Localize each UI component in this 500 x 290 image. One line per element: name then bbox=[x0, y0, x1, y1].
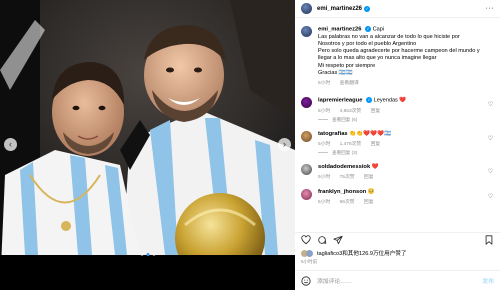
verified-icon: ✓ bbox=[366, 97, 373, 104]
comment-likes[interactable]: 75次赞 bbox=[340, 175, 355, 180]
post-media: ‹ › bbox=[0, 0, 295, 290]
bookmark-icon[interactable] bbox=[484, 234, 494, 245]
view-replies-button[interactable]: 查看回复 (6) bbox=[318, 117, 500, 123]
avatar[interactable] bbox=[301, 163, 312, 175]
view-replies-button[interactable]: 查看回复 (3) bbox=[318, 150, 500, 156]
comment-item: franklyn_jhonson 🥺 5小时 66次赞 回复 ♡ bbox=[295, 188, 500, 206]
post-caption: emi_martinez26 ✓ Capi Las palabras no va… bbox=[295, 18, 500, 87]
heart-icon[interactable]: ♡ bbox=[488, 168, 493, 175]
avatar[interactable] bbox=[301, 3, 312, 14]
caption-time: 5小时 bbox=[318, 80, 331, 86]
comment-likes[interactable]: 4,653次赞 bbox=[340, 109, 362, 114]
reply-button[interactable]: 回复 bbox=[371, 142, 381, 147]
avatar[interactable] bbox=[301, 188, 312, 200]
caption-line: Las palabras no van a alcanzar de todo l… bbox=[318, 33, 460, 40]
carousel-dot bbox=[152, 253, 155, 256]
heart-icon[interactable]: ♡ bbox=[488, 135, 493, 142]
post-side-panel: emi_martinez26 ✓ ··· emi_martinez26 ✓ Ca… bbox=[295, 0, 500, 290]
carousel-dots bbox=[140, 253, 155, 256]
add-comment-bar: 添加评论…… 发布 bbox=[295, 270, 500, 290]
comment-input[interactable]: 添加评论…… bbox=[317, 276, 352, 285]
comment-text: 👏👏❤️❤️❤️🇦🇷 bbox=[349, 130, 391, 137]
caption-line: Nosotros y por todo el pueblo Argentino bbox=[318, 40, 417, 47]
chevron-left-icon[interactable]: ‹ bbox=[4, 138, 17, 151]
comment-item: tatografias 👏👏❤️❤️❤️🇦🇷 5小时 1,476次赞 回复 ♡ bbox=[295, 130, 500, 148]
instagram-post-modal: ‹ › emi_martinez26 ✓ ··· emi_martinez26 … bbox=[0, 0, 500, 290]
comment-time: 5小时 bbox=[318, 108, 331, 114]
translate-link[interactable]: 查看翻译 bbox=[340, 81, 359, 86]
comment-time: 5小时 bbox=[318, 141, 331, 147]
caption-line: llegar a lo mas alto que yo nunca imagin… bbox=[318, 55, 437, 62]
avatar[interactable] bbox=[301, 130, 312, 142]
post-photo bbox=[0, 0, 295, 290]
comment-item: soldadodemessiok ❤️ 5小时 75次赞 回复 ♡ bbox=[295, 163, 500, 181]
comment-text: Leyendas ❤️ bbox=[373, 97, 407, 104]
caption-line: Gracias 🇦🇷🇦🇷 bbox=[318, 69, 353, 76]
post-actions bbox=[295, 232, 500, 246]
avatar[interactable] bbox=[301, 97, 312, 109]
carousel-dot-active bbox=[146, 253, 149, 256]
reply-button[interactable]: 回复 bbox=[371, 109, 381, 114]
caption-line: Mi respeto por siempre bbox=[318, 62, 376, 69]
comment-time: 5小时 bbox=[318, 174, 331, 180]
share-icon[interactable] bbox=[333, 235, 343, 245]
post-comment-button[interactable]: 发布 bbox=[482, 276, 494, 285]
carousel-dot bbox=[140, 253, 143, 256]
reply-button[interactable]: 回复 bbox=[364, 175, 374, 180]
verified-icon: ✓ bbox=[365, 26, 372, 32]
post-time: 5小时前 bbox=[301, 259, 318, 264]
heart-icon[interactable]: ♡ bbox=[488, 101, 493, 108]
more-icon[interactable]: ··· bbox=[486, 5, 495, 12]
comment-likes[interactable]: 66次赞 bbox=[340, 200, 355, 205]
comment-time: 5小时 bbox=[318, 199, 331, 205]
author-username[interactable]: emi_martinez26 bbox=[317, 6, 362, 12]
comment-username[interactable]: lapremierleague bbox=[318, 98, 362, 104]
heart-icon[interactable] bbox=[301, 234, 311, 245]
liker-avatar bbox=[306, 249, 313, 257]
chevron-right-icon[interactable]: › bbox=[278, 138, 291, 151]
comment-text: 🥺 bbox=[367, 188, 375, 195]
caption-username[interactable]: emi_martinez26 bbox=[318, 26, 362, 32]
smile-icon[interactable] bbox=[301, 275, 311, 286]
comment-username[interactable]: franklyn_jhonson bbox=[318, 189, 366, 195]
comment-username[interactable]: tatografias bbox=[318, 131, 348, 137]
comment-icon[interactable] bbox=[317, 235, 327, 245]
comment-item: lapremierleague ✓ Leyendas ❤️ 5小时 4,653次… bbox=[295, 97, 500, 114]
comment-text: ❤️ bbox=[371, 163, 379, 170]
caption-line: Pero solo queda agradecerte por hacerme … bbox=[318, 48, 480, 55]
reply-button[interactable]: 回复 bbox=[364, 200, 374, 205]
likes-summary[interactable]: tagliafico3和其他126.9万位用户赞了 bbox=[301, 249, 407, 257]
post-header: emi_martinez26 ✓ ··· bbox=[295, 0, 500, 18]
heart-icon[interactable]: ♡ bbox=[488, 193, 493, 200]
comment-username[interactable]: soldadodemessiok bbox=[318, 164, 370, 170]
caption-line: Capi bbox=[372, 26, 385, 33]
likes-text: tagliafico3和其他126.9万位用户赞了 bbox=[317, 251, 407, 257]
comment-likes[interactable]: 1,476次赞 bbox=[340, 142, 362, 147]
avatar[interactable] bbox=[301, 26, 312, 37]
verified-icon: ✓ bbox=[364, 5, 371, 12]
